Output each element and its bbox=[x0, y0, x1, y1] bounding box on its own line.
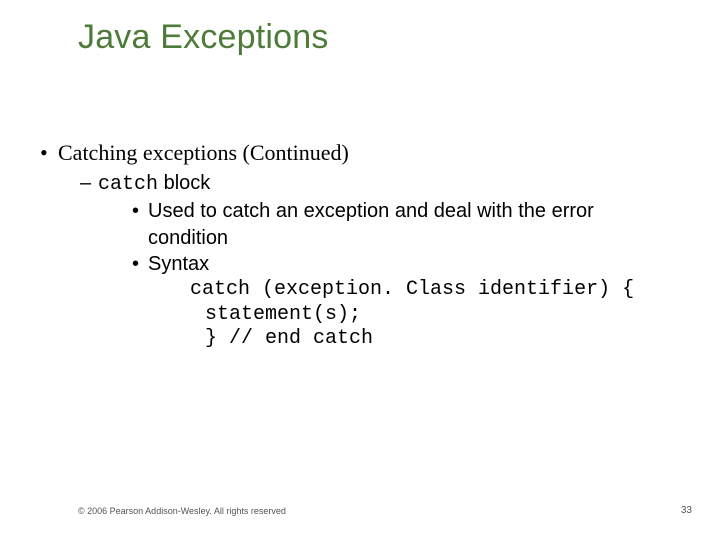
bullet-l3b-text: Syntax bbox=[148, 253, 209, 275]
code-line-1: catch (exception. Class identifier) { bbox=[190, 278, 700, 302]
bullet-level2: –catch block bbox=[80, 171, 700, 197]
bullet-level3-b: •Syntax bbox=[132, 252, 700, 276]
bullet-l3a-cont-text: condition bbox=[148, 227, 228, 249]
code-line-2: statement(s); bbox=[205, 303, 700, 327]
bullet-level1: •Catching exceptions (Continued) bbox=[40, 140, 700, 167]
bullet-l3a-text: Used to catch an exception and deal with… bbox=[148, 200, 594, 222]
bullet-level3-a: •Used to catch an exception and deal wit… bbox=[132, 199, 700, 223]
bullet-dot: • bbox=[40, 140, 58, 167]
bullet-dot-small: • bbox=[132, 199, 148, 223]
bullet-l2-code: catch bbox=[98, 173, 158, 196]
bullet-l2-rest: block bbox=[158, 172, 210, 194]
slide-body: •Catching exceptions (Continued) –catch … bbox=[40, 140, 700, 352]
footer-copyright: © 2006 Pearson Addison-Wesley. All right… bbox=[78, 506, 286, 516]
slide-title: Java Exceptions bbox=[78, 18, 329, 57]
bullet-level3-a-cont: condition bbox=[148, 226, 700, 250]
bullet-dash: – bbox=[80, 171, 98, 195]
bullet-l1-text: Catching exceptions (Continued) bbox=[58, 140, 349, 165]
slide: Java Exceptions •Catching exceptions (Co… bbox=[0, 0, 720, 540]
bullet-dot-small: • bbox=[132, 252, 148, 276]
code-line-3: } // end catch bbox=[205, 327, 700, 351]
footer-page-number: 33 bbox=[681, 505, 692, 516]
